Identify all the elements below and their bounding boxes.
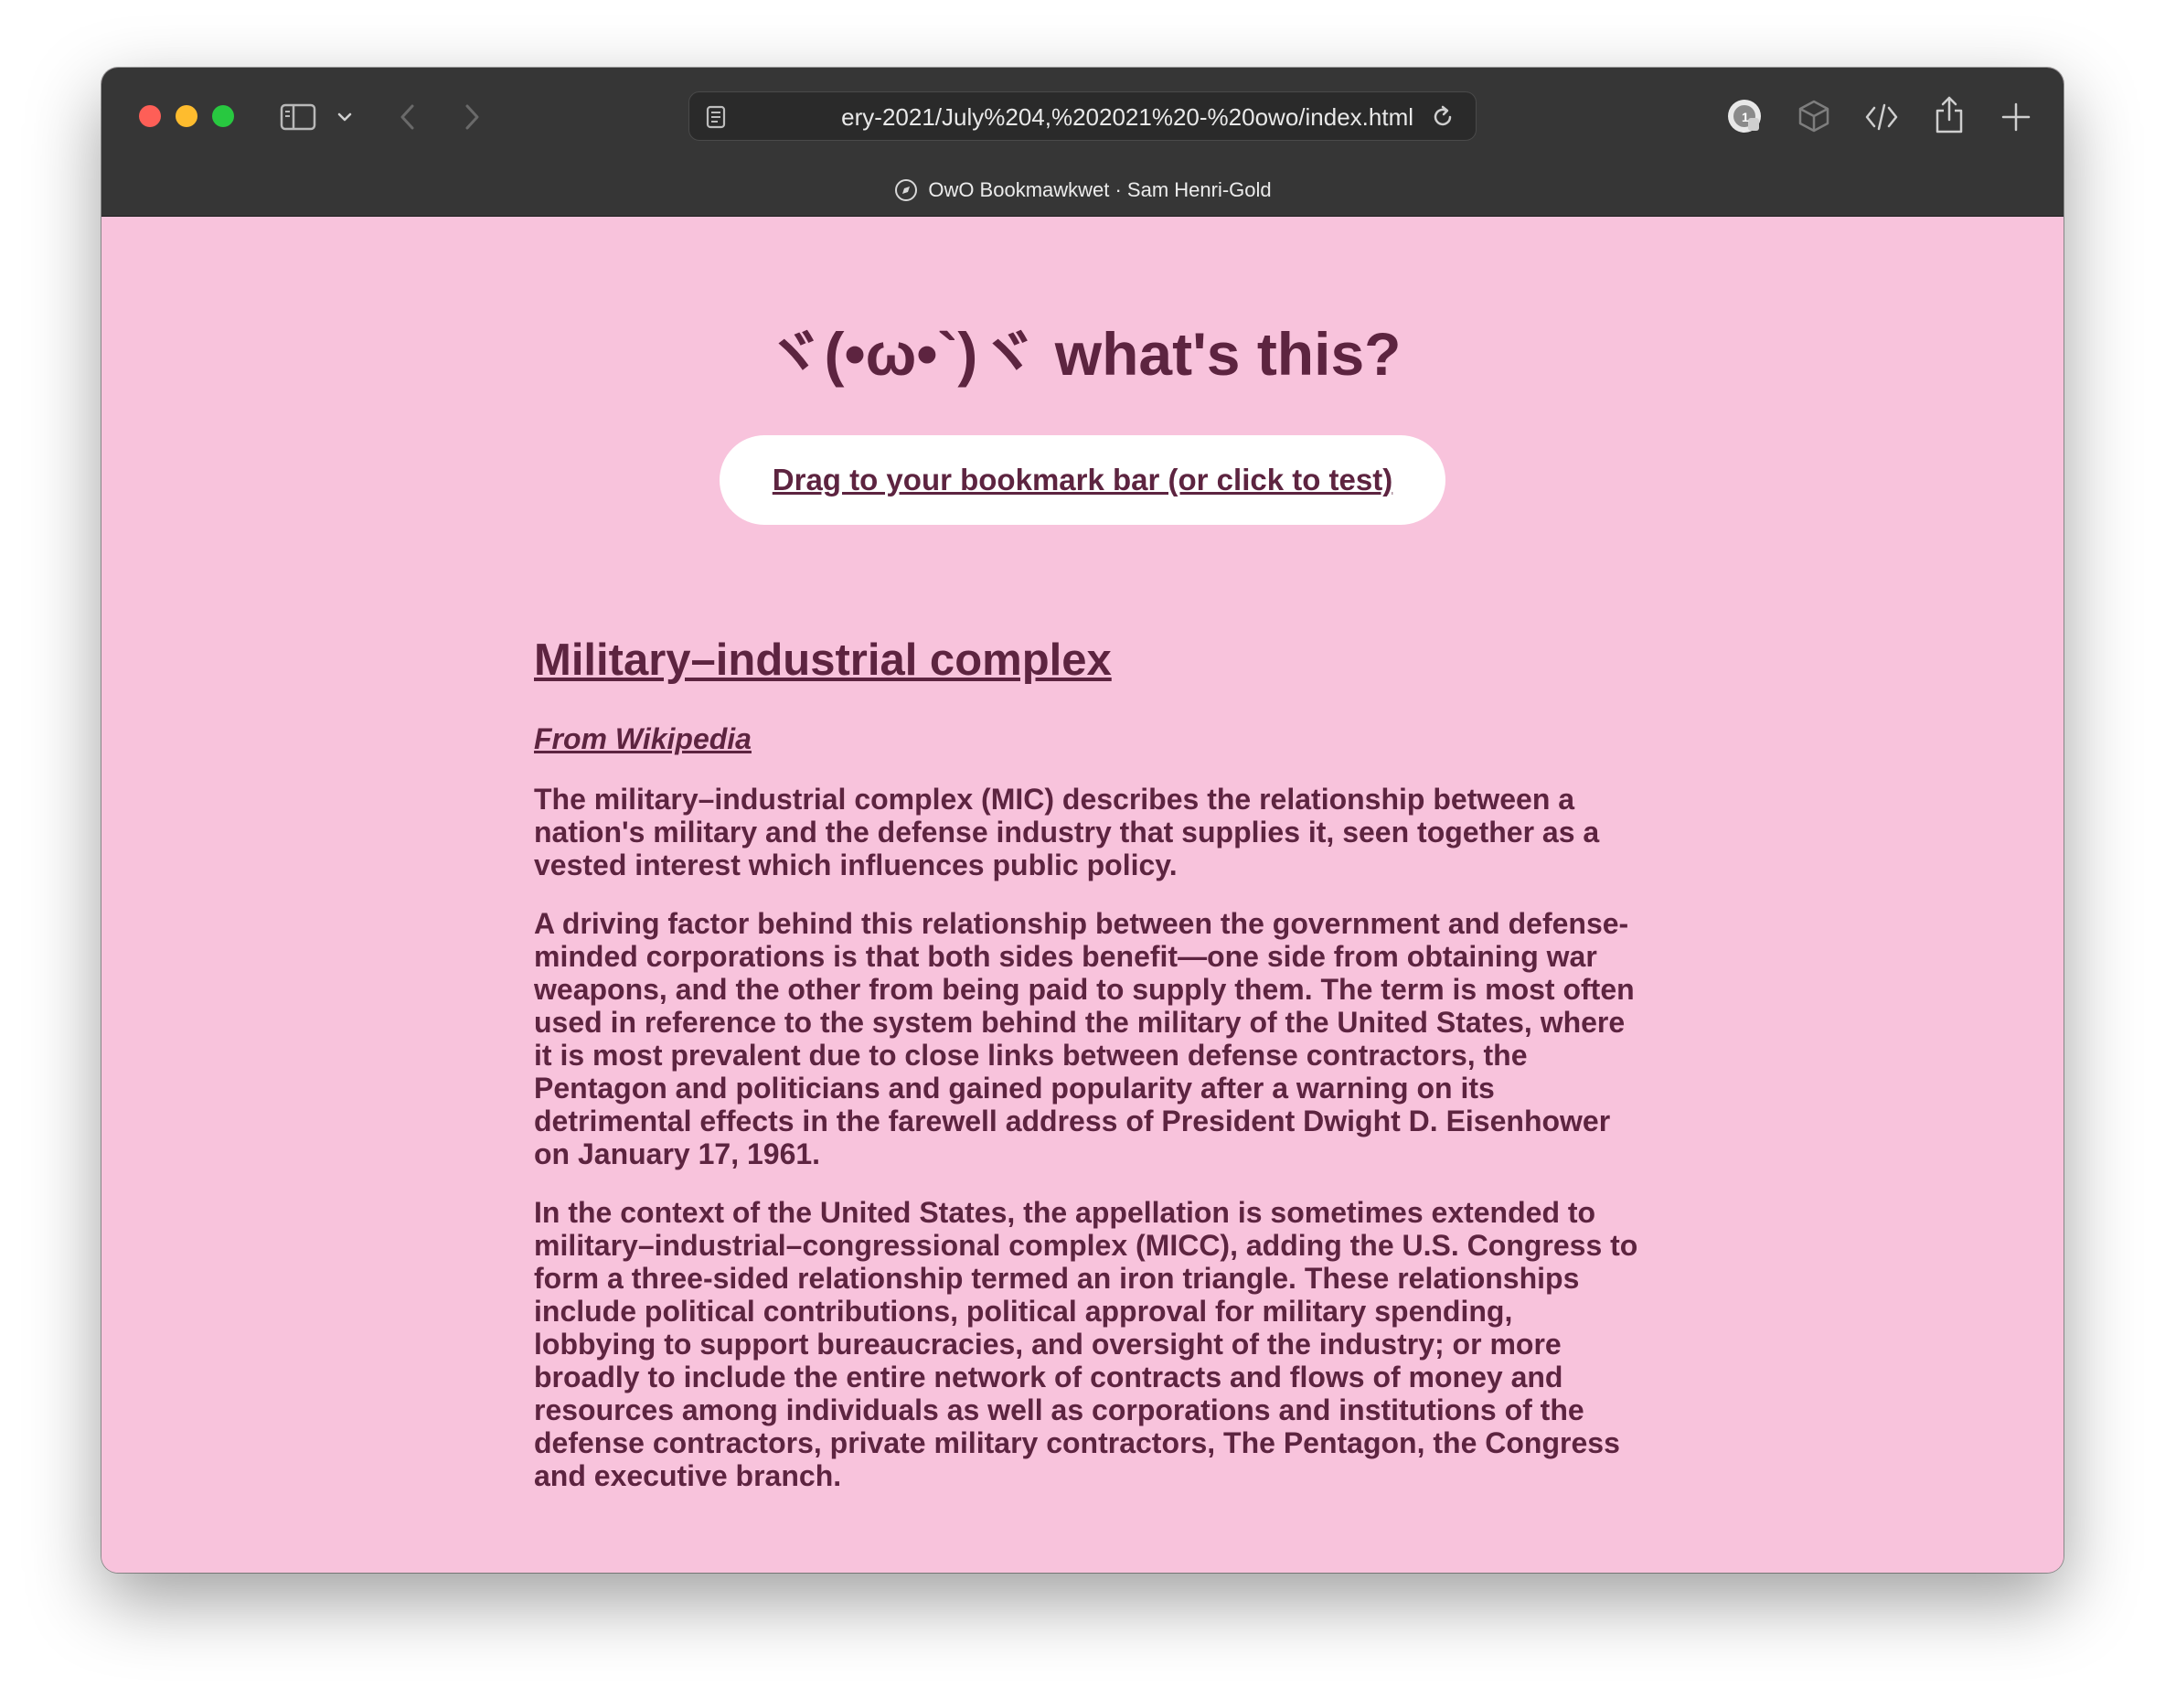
box-icon[interactable] — [1795, 97, 1833, 135]
bookmarklet-button[interactable]: Drag to your bookmark bar (or click to t… — [720, 435, 1445, 525]
forward-arrow-icon[interactable] — [458, 101, 485, 133]
plus-icon[interactable] — [1998, 99, 2034, 135]
article-preview: Military–industrial complex From Wikiped… — [534, 633, 1640, 1492]
code-icon[interactable] — [1862, 99, 1901, 135]
article-paragraph: In the context of the United States, the… — [534, 1196, 1638, 1492]
compass-icon — [893, 177, 919, 203]
address-bar[interactable]: ery-2021/July%204,%202021%20-%20owo/inde… — [688, 91, 1477, 141]
article-paragraph: The military–industrial complex (MIC) de… — [534, 783, 1600, 881]
article-source-link[interactable]: From Wikipedia — [534, 721, 1640, 757]
minimize-window-button[interactable] — [176, 105, 197, 127]
close-window-button[interactable] — [139, 105, 161, 127]
browser-toolbar: ery-2021/July%204,%202021%20-%20owo/inde… — [101, 68, 2064, 217]
sidebar-icon[interactable] — [279, 102, 317, 132]
back-arrow-icon[interactable] — [394, 101, 421, 133]
page-heading: ヾ(•ω•`)ヾ what's this? — [763, 320, 1402, 388]
reload-icon[interactable] — [1428, 102, 1457, 132]
tab-title[interactable]: OwO Bookmawkwet · Sam Henri-Gold — [928, 178, 1271, 202]
extension-icon[interactable]: 1 — [1725, 97, 1764, 135]
article-title[interactable]: Military–industrial complex — [534, 633, 1640, 688]
reader-icon[interactable] — [702, 103, 730, 131]
tab-bar: OwO Bookmawkwet · Sam Henri-Gold — [101, 165, 2064, 216]
svg-text:1: 1 — [1742, 110, 1749, 124]
chevron-down-icon[interactable] — [336, 108, 354, 126]
browser-window: ery-2021/July%204,%202021%20-%20owo/inde… — [101, 68, 2064, 1573]
zoom-window-button[interactable] — [212, 105, 234, 127]
share-icon[interactable] — [1930, 93, 1968, 135]
bookmarklet-link[interactable]: Drag to your bookmark bar (or click to t… — [773, 463, 1392, 497]
url-text[interactable]: ery-2021/July%204,%202021%20-%20owo/inde… — [792, 92, 1413, 142]
article-paragraph: A driving factor behind this relationshi… — [534, 907, 1635, 1170]
web-page: ヾ(•ω•`)ヾ what's this? Drag to your bookm… — [101, 217, 2064, 1573]
